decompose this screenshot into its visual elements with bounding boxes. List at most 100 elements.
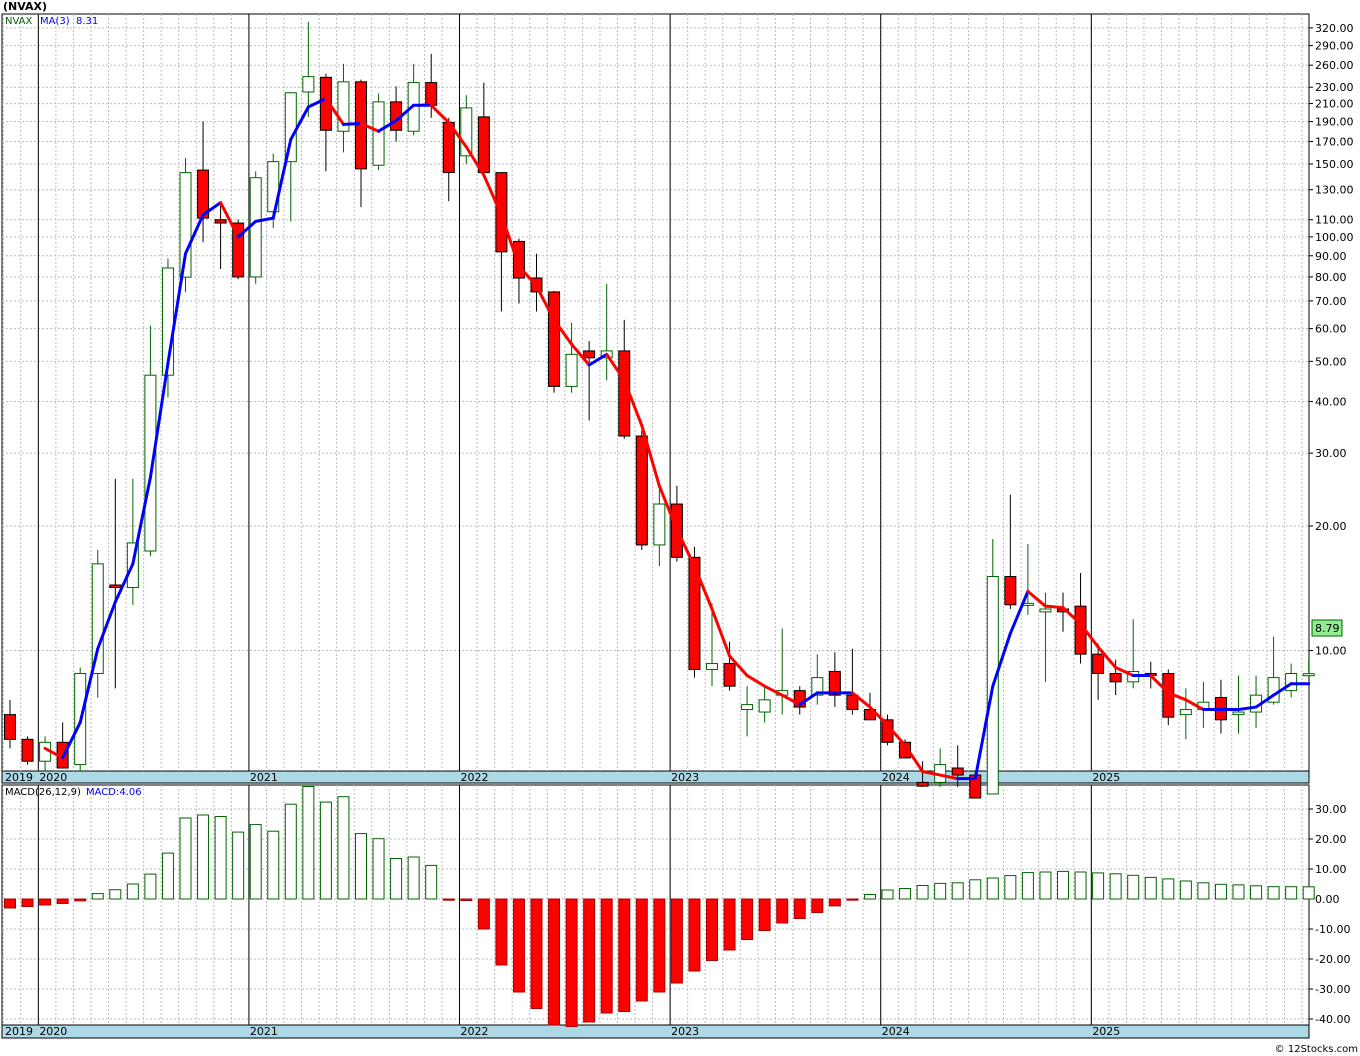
- macd-bar: [74, 898, 87, 902]
- macd-bar: [21, 898, 34, 907]
- price-tick-label: 40.00: [1315, 395, 1347, 408]
- macd-year-label: 2022: [461, 1025, 489, 1038]
- macd-bar: [512, 898, 525, 993]
- year-label: 2019: [5, 771, 33, 784]
- candle-body: [951, 767, 964, 776]
- macd-bar: [390, 858, 403, 900]
- macd-bar: [91, 893, 104, 900]
- macd-bar: [670, 898, 683, 984]
- macd-bar: [1197, 882, 1210, 900]
- candle-body: [1232, 711, 1245, 716]
- chart-title: (NVAX): [3, 0, 47, 13]
- year-label: 2022: [461, 771, 489, 784]
- price-tick-label: 130.00: [1315, 184, 1354, 197]
- macd-bar: [828, 898, 841, 907]
- macd-bar: [1250, 885, 1263, 900]
- year-label: 2025: [1092, 771, 1120, 784]
- macd-bar: [1074, 871, 1087, 900]
- macd-legend-label: MACD(26,12,9): [5, 787, 81, 798]
- ma-segment: [1043, 604, 1065, 610]
- macd-bar: [881, 889, 894, 900]
- macd-legend-value: MACD:4.06: [86, 787, 142, 798]
- ma-segment: [341, 121, 363, 126]
- macd-bar: [583, 898, 596, 1023]
- macd-bar: [811, 898, 824, 913]
- macd-bar: [846, 898, 859, 901]
- candle-body: [1179, 709, 1192, 716]
- macd-bar: [1214, 883, 1227, 900]
- candle-body: [4, 714, 16, 740]
- year-label: 2024: [882, 771, 910, 784]
- macd-bar: [530, 898, 543, 1009]
- price-y-axis: 10.00 20.00 30.00 40.00 50.00 60.00 70.00 80.00…: [1309, 22, 1354, 658]
- macd-bar: [635, 898, 648, 1002]
- candle-body: [302, 76, 315, 93]
- macd-y-axis: -40.00 -30.00 -20.00 -10.00 0.00 10.00 20.00 30…: [1309, 803, 1350, 1026]
- price-tick-label: 170.00: [1315, 136, 1354, 149]
- macd-tick-label: -20.00: [1315, 953, 1350, 966]
- macd-bar: [337, 796, 350, 900]
- macd-bar: [267, 830, 280, 900]
- macd-year-label: 2019: [5, 1025, 33, 1038]
- candle-body: [425, 82, 438, 106]
- candle-body: [144, 374, 157, 552]
- macd-bar: [600, 898, 613, 1014]
- macd-bar: [1179, 880, 1192, 900]
- macd-bar: [1285, 886, 1298, 900]
- chart-canvas: 10.00 20.00 30.00 40.00 50.00 60.00 70.00 80.00…: [1, 0, 1358, 1055]
- macd-bar: [284, 803, 297, 900]
- macd-tick-label: 20.00: [1315, 833, 1347, 846]
- macd-bar: [1057, 870, 1069, 900]
- macd-bar: [109, 889, 122, 900]
- candle-body: [477, 116, 490, 174]
- macd-bar: [144, 873, 157, 900]
- macd-bar: [986, 877, 999, 900]
- price-tick-label: 290.00: [1315, 40, 1354, 53]
- macd-bar: [741, 898, 754, 940]
- year-label: 2020: [39, 771, 67, 784]
- candle-body: [758, 699, 771, 713]
- candle-body: [916, 781, 929, 787]
- macd-tick-label: -30.00: [1315, 983, 1350, 996]
- macd-bar: [1267, 886, 1280, 900]
- year-label: 2021: [250, 771, 278, 784]
- candle-body: [548, 291, 561, 387]
- price-tick-label: 70.00: [1315, 295, 1347, 308]
- macd-bar: [548, 898, 561, 1026]
- macd-bar: [1039, 871, 1052, 900]
- macd-bar: [477, 898, 490, 930]
- candle-body: [372, 101, 385, 166]
- macd-bar: [951, 882, 964, 900]
- macd-bar: [442, 898, 455, 901]
- macd-tick-label: 0.00: [1315, 893, 1340, 906]
- legend-ma-label: MA(3): [40, 16, 70, 27]
- macd-bar: [793, 898, 806, 919]
- price-tick-label: 10.00: [1315, 645, 1347, 658]
- price-panel: [1, 13, 1310, 772]
- price-tick-label: 110.00: [1315, 214, 1354, 227]
- macd-bar: [1162, 878, 1175, 900]
- price-tick-label: 320.00: [1315, 22, 1354, 35]
- candle-body: [249, 177, 262, 278]
- macd-tick-label: -40.00: [1315, 1013, 1350, 1026]
- macd-bar: [1232, 884, 1245, 900]
- candle-body: [1039, 608, 1052, 613]
- macd-bar: [934, 882, 947, 900]
- macd-bar: [161, 852, 174, 900]
- macd-bar: [249, 824, 262, 900]
- macd-bar: [460, 898, 473, 901]
- macd-bar: [565, 898, 578, 1027]
- price-tick-label: 90.00: [1315, 250, 1347, 263]
- macd-bar: [916, 885, 929, 900]
- watermark: © 12Stocks.com: [1275, 1044, 1358, 1055]
- macd-bar: [495, 898, 508, 966]
- candle-body: [1092, 653, 1105, 674]
- macd-bar: [1302, 886, 1315, 900]
- macd-bar: [179, 817, 192, 900]
- macd-bar: [214, 816, 227, 900]
- legend-ma-value: 8.31: [76, 16, 98, 27]
- macd-bar: [1092, 872, 1105, 900]
- macd-year-label: 2025: [1092, 1025, 1120, 1038]
- macd-bar: [723, 898, 736, 951]
- price-tick-label: 210.00: [1315, 98, 1354, 111]
